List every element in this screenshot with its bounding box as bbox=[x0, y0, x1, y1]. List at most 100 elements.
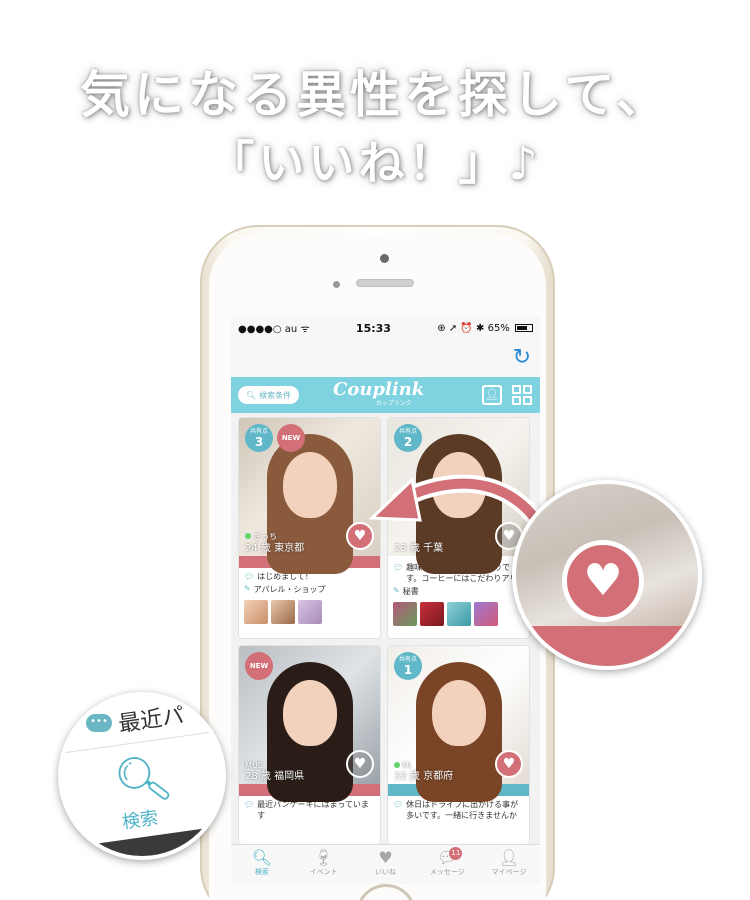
tab-messages[interactable]: 💬︎ 11 メッセージ bbox=[416, 845, 478, 884]
grid-cell bbox=[512, 396, 521, 405]
photo-thumbnails bbox=[388, 598, 529, 630]
profile-age-area: 23 歳 千葉 bbox=[394, 543, 444, 554]
thumbnail[interactable] bbox=[474, 602, 498, 626]
pencil-icon: ✎ bbox=[244, 584, 251, 593]
battery-icon bbox=[515, 323, 533, 332]
heart-icon: ♥ bbox=[353, 528, 367, 544]
tab-search[interactable]: 🔍︎ 検索 bbox=[231, 845, 293, 884]
thumbnail[interactable] bbox=[393, 602, 417, 626]
phone-frame: ●●●●○ au ᯤ 15:33 ⊕ ➚ ⏰ ✱ 65% ↻ 🔍︎ 検索条件 C… bbox=[200, 225, 555, 900]
refresh-icon[interactable]: ↻ bbox=[513, 345, 531, 370]
heart-icon: ♥ bbox=[502, 528, 516, 544]
job-text: アパレル・ショップ bbox=[253, 585, 326, 594]
tab-mypage[interactable]: 👤︎ マイページ bbox=[478, 845, 540, 884]
photo-thumbnails bbox=[239, 596, 380, 628]
chat-icon: 💬︎ bbox=[244, 572, 255, 581]
shared-points-badge: 共有点 2 bbox=[394, 424, 422, 452]
chat-icon: 💬︎ bbox=[393, 800, 404, 809]
shared-label: 共有点 bbox=[398, 428, 417, 435]
thumbnail[interactable] bbox=[298, 600, 322, 624]
shared-points-badge: 共有点 3 bbox=[245, 424, 273, 452]
search-icon: 🔍︎ bbox=[251, 848, 273, 867]
search-conditions-button[interactable]: 🔍︎ 検索条件 bbox=[238, 386, 300, 404]
search-icon: 🔍︎ bbox=[246, 390, 257, 400]
search-conditions-label: 検索条件 bbox=[259, 390, 292, 400]
logo-text: Couplink bbox=[333, 379, 425, 400]
heart-icon: ♥ bbox=[562, 540, 644, 622]
like-button[interactable]: ♥ bbox=[495, 750, 523, 778]
shared-label: 共有点 bbox=[249, 428, 268, 435]
zoom-message-snippet: 最近パ bbox=[116, 703, 186, 738]
profile-job: ✎ 秘書 bbox=[388, 585, 529, 598]
message-text: 最近パンケーキにはまっています bbox=[257, 800, 369, 820]
face-shape bbox=[432, 452, 486, 518]
person-icon: 👤︎ bbox=[498, 848, 520, 867]
profile-card-4[interactable]: 共有点 1 Mi 32 歳 京都府 ♥ 同イベント参加 💬︎休日はドライブに出か… bbox=[387, 645, 530, 845]
zoom-like-callout: ♥ bbox=[512, 480, 702, 670]
thumbnail[interactable] bbox=[420, 602, 444, 626]
logo-subtext: カップリンク bbox=[375, 400, 412, 407]
app-header: 🔍︎ 検索条件 Couplink カップリンク 👤︎ bbox=[231, 377, 540, 413]
profile-job: ✎ アパレル・ショップ bbox=[239, 583, 380, 596]
new-badge: NEW bbox=[245, 652, 273, 680]
status-time: 15:33 bbox=[355, 321, 391, 335]
profile-view-button[interactable]: 👤︎ bbox=[482, 385, 502, 405]
profile-card-1[interactable]: 共有点 3 NEW さっち 24 歳 東京都 ♥ イベント参加 💬︎はじめまして… bbox=[238, 417, 381, 639]
chat-icon: 💬︎ bbox=[244, 800, 255, 809]
tab-event[interactable]: 🍷︎ イベント bbox=[293, 845, 355, 884]
shared-points-badge: 共有点 1 bbox=[394, 652, 422, 680]
heart-icon: ♥ bbox=[378, 848, 393, 867]
carrier-signal: ●●●●○ au ᯤ bbox=[238, 324, 310, 335]
face-shape bbox=[432, 680, 486, 746]
profile-photo: 共有点 1 Mi 32 歳 京都府 ♥ bbox=[388, 646, 529, 802]
tab-label: イベント bbox=[309, 868, 338, 876]
profile-photo: 共有点 2 23 歳 千葉 ♥ bbox=[388, 418, 529, 574]
profile-card-3[interactable]: NEW MUE 28 歳 福岡県 ♥ イベント参加 💬︎最近パンケーキにはまって… bbox=[238, 645, 381, 845]
tab-bar: 🔍︎ 検索 🍷︎ イベント ♥ いいね 💬︎ 11 メッセージ 👤︎ マイページ bbox=[231, 844, 540, 884]
grid-cell bbox=[512, 385, 521, 394]
like-button[interactable]: ♥ bbox=[346, 522, 374, 550]
profile-card-grid: 共有点 3 NEW さっち 24 歳 東京都 ♥ イベント参加 💬︎はじめまして… bbox=[231, 413, 540, 845]
grid-view-button[interactable] bbox=[512, 385, 532, 405]
home-button[interactable] bbox=[356, 884, 416, 900]
front-camera bbox=[380, 254, 389, 263]
shared-label: 共有点 bbox=[398, 656, 417, 663]
profile-age-area: 28 歳 福岡県 bbox=[245, 771, 305, 782]
status-icons: ⊕ ➚ ⏰ ✱ bbox=[437, 322, 485, 334]
thumbnail[interactable] bbox=[447, 602, 471, 626]
heart-icon: ♥ bbox=[502, 756, 516, 772]
glasses-icon: 🍷︎ bbox=[313, 848, 334, 867]
tab-likes[interactable]: ♥ いいね bbox=[355, 845, 417, 884]
job-text: 秘書 bbox=[402, 587, 419, 596]
new-badge: NEW bbox=[277, 424, 305, 452]
zoom-pink-band bbox=[516, 626, 698, 666]
profile-photo: NEW MUE 28 歳 福岡県 ♥ bbox=[239, 646, 380, 802]
app-logo: Couplink カップリンク bbox=[333, 380, 424, 408]
chat-icon: 💬︎ bbox=[437, 848, 458, 867]
profile-age-area: 32 歳 京都府 bbox=[394, 771, 454, 782]
grid-cell bbox=[523, 385, 532, 394]
phone-body: ●●●●○ au ᯤ 15:33 ⊕ ➚ ⏰ ✱ 65% ↻ 🔍︎ 検索条件 C… bbox=[209, 234, 546, 900]
status-right: ⊕ ➚ ⏰ ✱ 65% bbox=[437, 323, 533, 334]
tab-label: 検索 bbox=[254, 868, 269, 876]
shared-count: 1 bbox=[403, 663, 413, 677]
tab-label: いいね bbox=[374, 868, 396, 876]
tab-label: マイページ bbox=[491, 868, 527, 876]
grid-cell bbox=[523, 396, 532, 405]
chat-icon: 💬︎ bbox=[393, 563, 404, 572]
like-button[interactable]: ♥ bbox=[346, 750, 374, 778]
tab-label: メッセージ bbox=[429, 868, 465, 876]
app-screen: ●●●●○ au ᯤ 15:33 ⊕ ➚ ⏰ ✱ 65% ↻ 🔍︎ 検索条件 C… bbox=[231, 317, 540, 884]
person-icon: 👤︎ bbox=[485, 388, 499, 401]
face-shape bbox=[283, 680, 337, 746]
message-text: 休日はドライブに出かける事が多いです。一緒に行きませんか bbox=[406, 800, 519, 820]
headline-line-2: 「いいね！」♪ bbox=[208, 136, 542, 190]
headline-line-1: 気になる異性を探して、 bbox=[80, 66, 670, 124]
shared-count: 3 bbox=[254, 435, 264, 449]
profile-age-area: 24 歳 東京都 bbox=[245, 543, 305, 554]
profile-card-2[interactable]: 共有点 2 23 歳 千葉 ♥ 💬︎趣味はカメラとカフェ巡りです。コーヒーにはこ… bbox=[387, 417, 530, 639]
thumbnail[interactable] bbox=[244, 600, 268, 624]
chat-icon: ••• bbox=[86, 714, 112, 732]
status-bar: ●●●●○ au ᯤ 15:33 ⊕ ➚ ⏰ ✱ 65% bbox=[231, 317, 540, 339]
thumbnail[interactable] bbox=[271, 600, 295, 624]
